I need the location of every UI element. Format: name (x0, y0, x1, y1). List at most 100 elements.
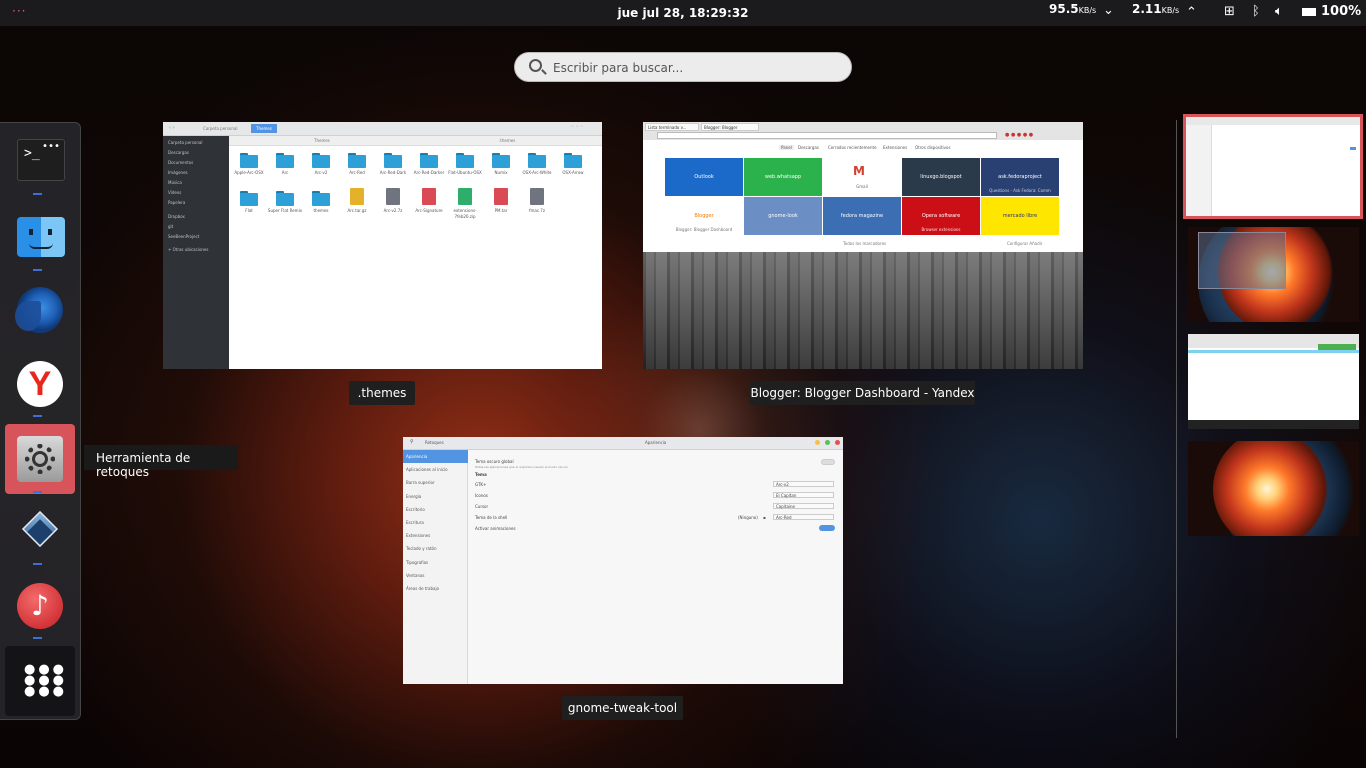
sidebar-item[interactable]: Barra superior (403, 476, 468, 489)
dock-item-music[interactable]: ♪ (5, 571, 75, 641)
speed-dial-tile[interactable]: Blogger Blogger: Blogger Dashboard (665, 197, 743, 235)
archive-file-icon[interactable] (530, 188, 544, 205)
speed-dial-tile[interactable]: Outlook (665, 158, 743, 196)
speed-dial-tile[interactable]: M Gmail (823, 158, 901, 196)
sidebar-item[interactable]: Ventanas (403, 569, 468, 582)
speed-dial-tile[interactable]: Opera software Browser extensions (902, 197, 980, 235)
browser-tab[interactable]: Blogger: Blogger (701, 123, 759, 131)
folder-icon[interactable] (276, 190, 294, 206)
speed-dial-tile[interactable]: mercado libre (981, 197, 1059, 235)
folder-icon[interactable] (564, 152, 582, 168)
battery-indicator[interactable]: 100% (1302, 4, 1361, 19)
tab-themes[interactable]: Themes (314, 138, 330, 143)
sidebar-item[interactable]: Escritura (403, 516, 468, 529)
close-button[interactable] (835, 440, 840, 445)
folder-icon[interactable] (240, 190, 258, 206)
folder-icon[interactable] (528, 152, 546, 168)
dock-item-firefox[interactable] (5, 275, 75, 345)
archive-file-icon[interactable] (458, 188, 472, 205)
volume-icon[interactable]: 🔈︎ (1275, 4, 1283, 19)
sidebar-item[interactable]: Vídeos (168, 190, 181, 195)
bluetooth-icon[interactable]: ᛒ (1252, 4, 1260, 19)
show-applications-button[interactable]: ●●● ●●● ●●● (5, 646, 75, 716)
sidebar-item[interactable]: Descargas (168, 150, 189, 155)
sidebar-item[interactable]: Áreas de trabajo (403, 582, 468, 595)
folder-icon[interactable] (276, 152, 294, 168)
archive-file-icon[interactable] (350, 188, 364, 205)
speed-dial-tile[interactable]: ask.fedoraproject Questions - Ask Fedora… (981, 158, 1059, 196)
yandex-nav-devices[interactable]: Otros dispositivos (915, 145, 951, 150)
dock-item-yandex[interactable]: Y (5, 349, 75, 419)
extension-icons[interactable]: ● ● ● ● ● (1005, 132, 1033, 138)
dock-item-files[interactable] (5, 203, 75, 273)
speed-dial-tile[interactable]: linuxgo.blogspot (902, 158, 980, 196)
yandex-nav-extensions[interactable]: Extensiones (883, 145, 907, 150)
workspace-thumbnail-1[interactable] (1183, 114, 1363, 219)
workspace-thumbnail-2[interactable] (1188, 227, 1359, 322)
yandex-nav-panel[interactable]: Panel (779, 145, 794, 150)
folder-icon[interactable] (348, 152, 366, 168)
yandex-nav-recent[interactable]: Cerrados recientemente (828, 145, 877, 150)
animations-switch[interactable] (819, 525, 835, 531)
cursor-theme-select[interactable]: Capitaine (773, 503, 834, 509)
speed-dial-tile[interactable]: fedora magazine (823, 197, 901, 235)
sidebar-item[interactable]: Imágenes (168, 170, 188, 175)
dark-theme-switch[interactable] (821, 459, 835, 465)
sidebar-item[interactable]: git (168, 224, 173, 229)
tab-dot-themes[interactable]: .themes (499, 138, 515, 143)
dock-item-tweak-tool[interactable] (5, 424, 75, 494)
folder-icon[interactable] (492, 152, 510, 168)
sidebar-item[interactable]: Dropbox (168, 214, 185, 219)
chevron-up-icon[interactable]: ⌃ (1186, 5, 1197, 20)
folder-icon[interactable] (312, 152, 330, 168)
window-preview-tweak-tool[interactable]: ⚲ Retoques Apariencia Apariencia Aplicac… (403, 437, 843, 684)
sidebar-item[interactable]: + Otras ubicaciones (168, 247, 208, 252)
speed-dial-tile[interactable]: gnome-look (744, 197, 822, 235)
workspace-thumbnail-4[interactable] (1188, 441, 1359, 536)
yandex-nav-downloads[interactable]: Descargas (798, 145, 819, 150)
sidebar-item-appearance[interactable]: Apariencia (403, 450, 468, 463)
sidebar-item[interactable]: Teclado y ratón (403, 542, 468, 555)
sidebar-item[interactable]: Carpeta personal (168, 140, 202, 145)
dock-item-virtualbox[interactable] (5, 497, 75, 567)
shell-theme-select[interactable]: Arc-Red (773, 514, 834, 520)
icon-theme-select[interactable]: El Capitan (773, 492, 834, 498)
search-input[interactable] (553, 58, 833, 78)
address-bar[interactable] (657, 132, 997, 139)
folder-icon[interactable] (312, 190, 330, 206)
sidebar-item[interactable]: Extensiones (403, 529, 468, 542)
archive-file-icon[interactable] (422, 188, 436, 205)
sidebar-item[interactable]: Escritorio (403, 503, 468, 516)
maximize-button[interactable] (825, 440, 830, 445)
overview-search[interactable] (514, 52, 852, 82)
folder-icon[interactable] (384, 152, 402, 168)
top-bar: ··· jue jul 28, 18:29:32 95.5KB/s ⌄ 2.11… (0, 0, 1366, 26)
sidebar-item[interactable]: Música (168, 180, 182, 185)
folder-icon[interactable] (240, 152, 258, 168)
browser-tab[interactable]: Lista terminado v... (645, 123, 699, 131)
sidebar-item[interactable]: Tipografías (403, 556, 468, 569)
configure-link[interactable]: Configurar Añadir (1007, 241, 1042, 246)
dock-item-terminal[interactable]: >_ ••• (5, 127, 75, 197)
chevron-down-icon[interactable]: ⌄ (1103, 3, 1114, 18)
all-bookmarks-link[interactable]: Todos los marcadores (843, 241, 886, 246)
tweak-headerbar: ⚲ Retoques Apariencia (403, 437, 843, 450)
folder-icon[interactable] (456, 152, 474, 168)
gtk-theme-select[interactable]: Arc-v2 (773, 481, 834, 487)
minimize-button[interactable] (815, 440, 820, 445)
sidebar-item[interactable]: SeeBeenProject (168, 234, 199, 239)
folder-icon[interactable] (420, 152, 438, 168)
sidebar-item[interactable]: Papelera (168, 200, 185, 205)
workspace-thumbnail-3[interactable] (1188, 334, 1359, 429)
search-icon[interactable]: ⚲ (410, 439, 414, 445)
window-preview-files[interactable]: ‹ › Carpeta personal Themes ◦ ◦ ◦ Carpet… (163, 122, 602, 369)
archive-file-icon[interactable] (386, 188, 400, 205)
window-preview-yandex[interactable]: Lista terminado v... Blogger: Blogger ● … (643, 122, 1083, 369)
folder-icon[interactable]: ▪ (763, 515, 766, 520)
sidebar-item[interactable]: Aplicaciones al inicio (403, 463, 468, 476)
speed-dial-tile[interactable]: web.whatsapp (744, 158, 822, 196)
sidebar-item[interactable]: Documentos (168, 160, 193, 165)
network-icon[interactable]: ⊞ (1224, 4, 1235, 19)
archive-file-icon[interactable] (494, 188, 508, 205)
sidebar-item[interactable]: Energía (403, 490, 468, 503)
